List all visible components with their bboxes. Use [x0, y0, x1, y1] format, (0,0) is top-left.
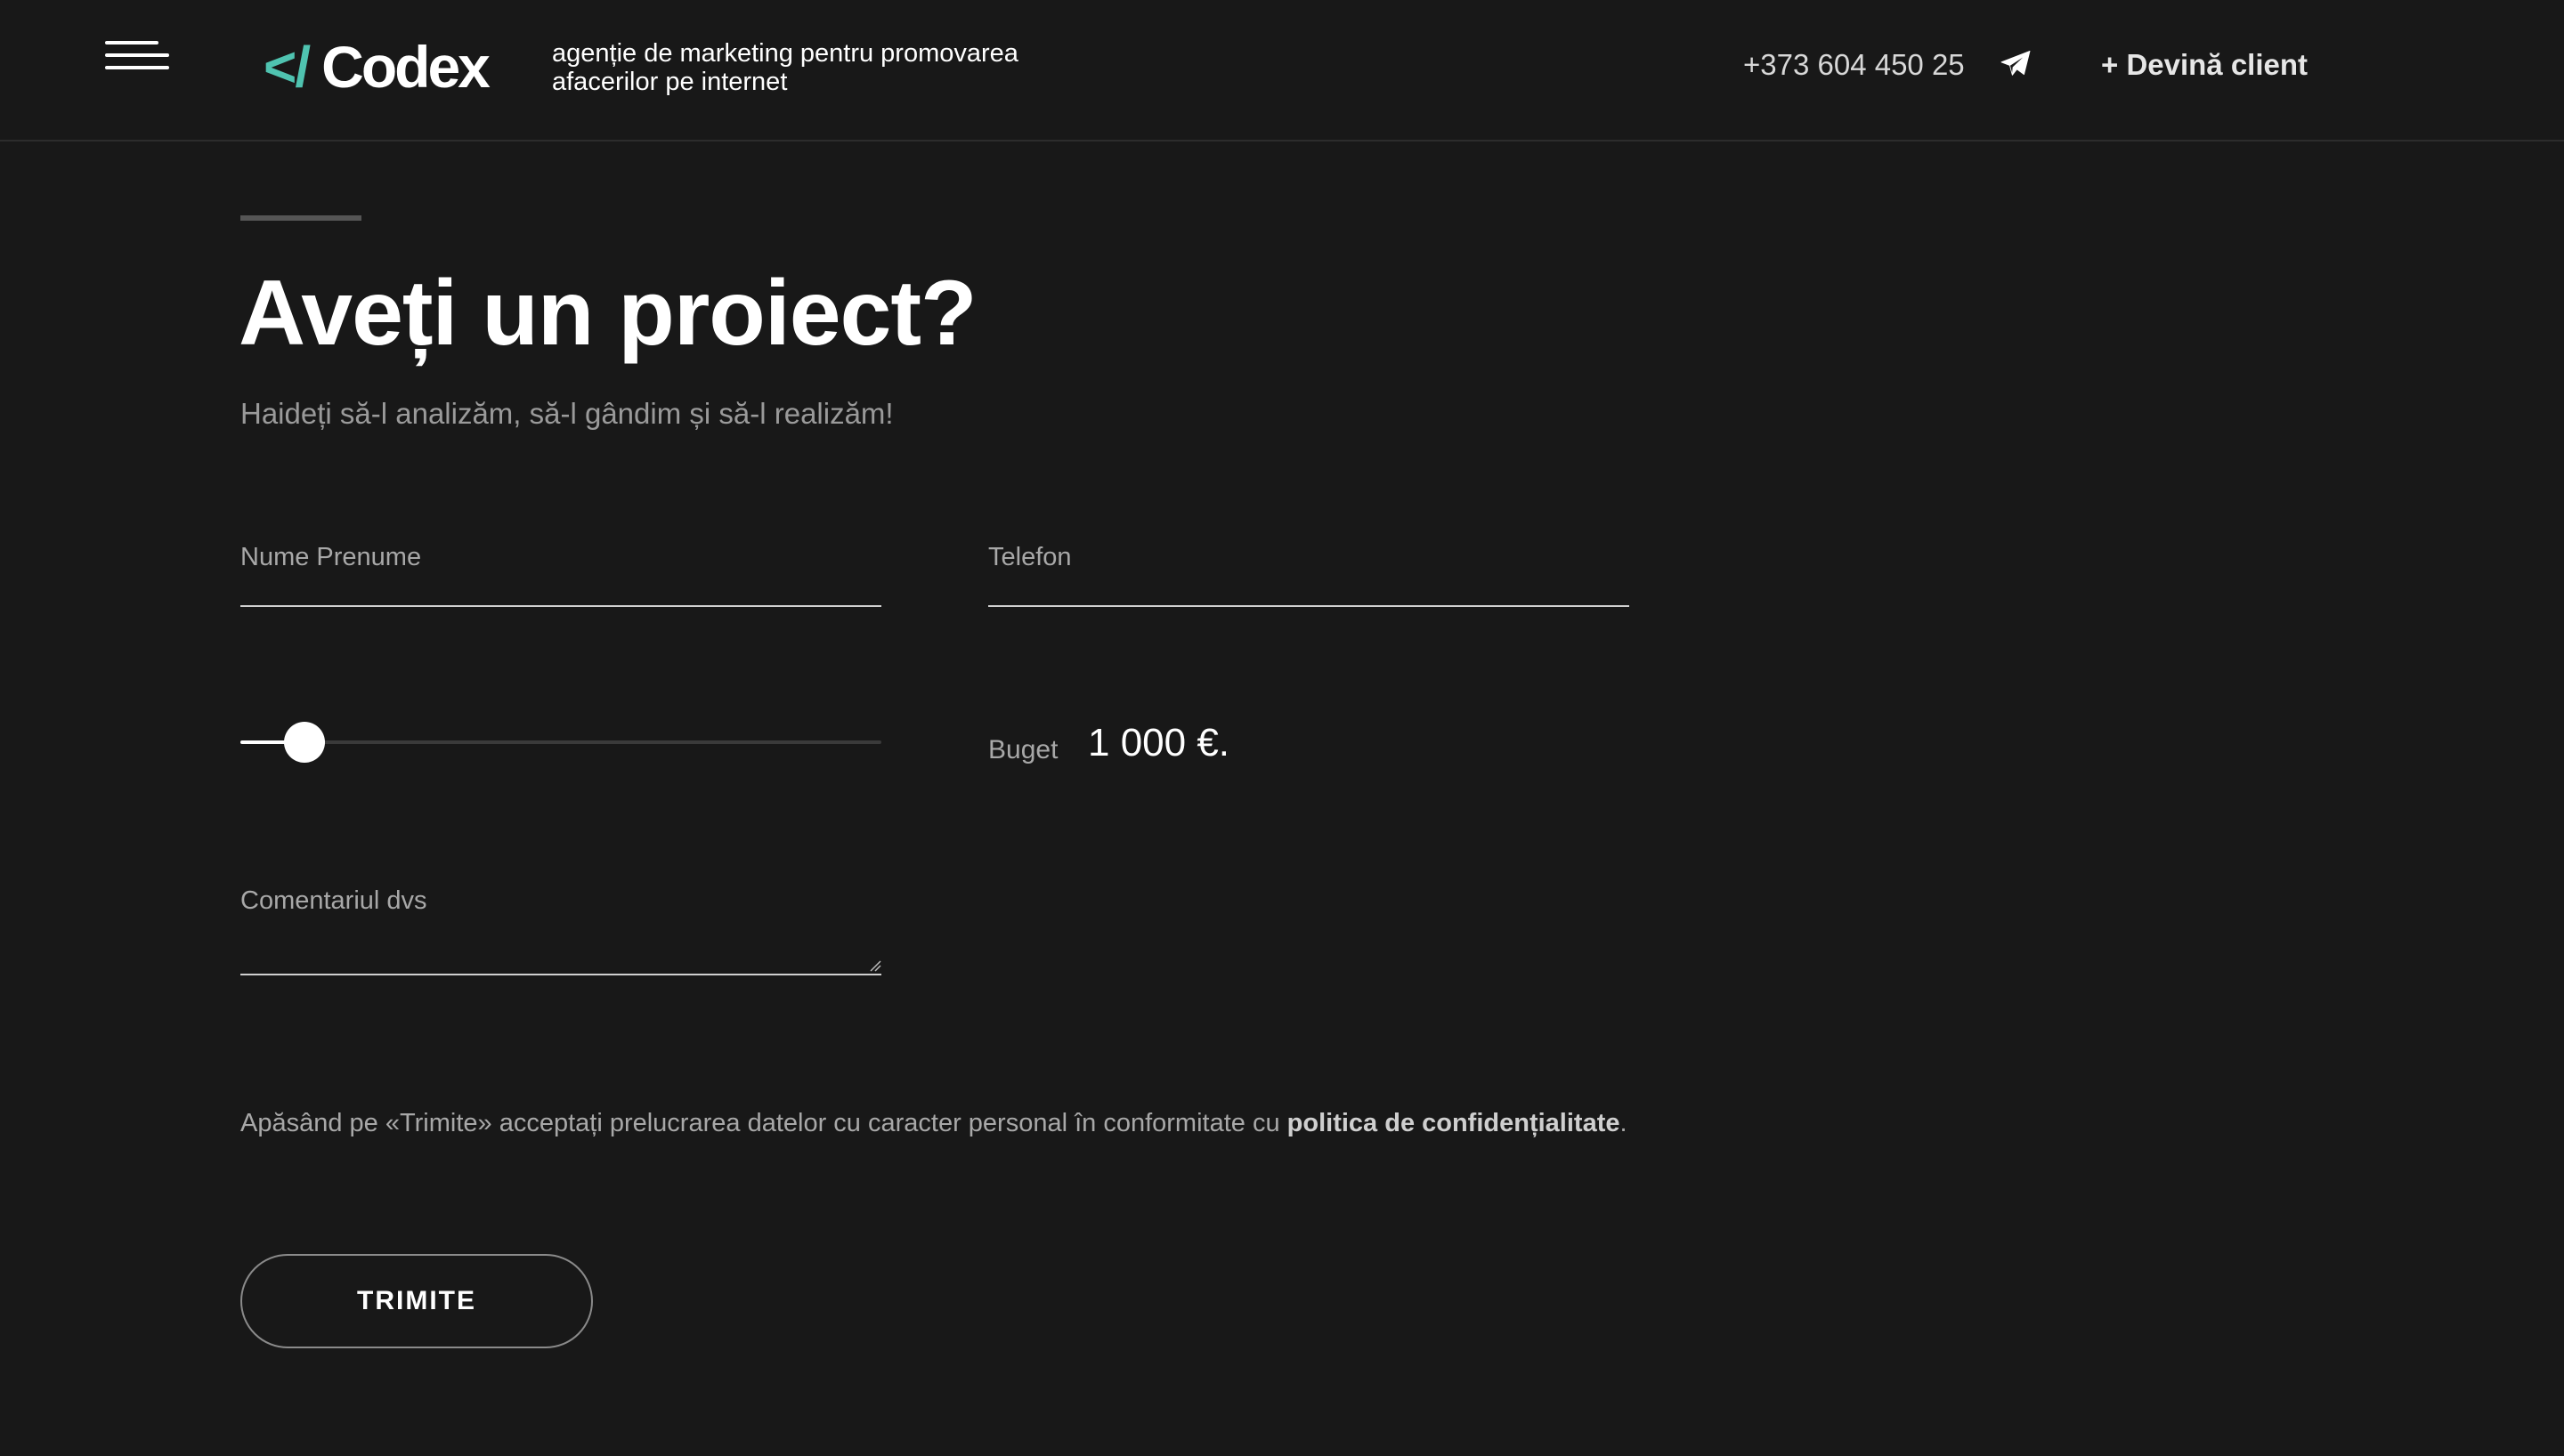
become-client-link[interactable]: + Devină client	[2101, 48, 2308, 82]
phone-input[interactable]	[988, 530, 1629, 605]
logo-mark: </	[264, 35, 311, 99]
consent-body: Apăsând pe «Trimite» acceptați prelucrar…	[240, 1109, 1287, 1137]
budget-label: Buget	[988, 735, 1059, 764]
telegram-icon[interactable]	[2000, 50, 2032, 78]
comment-textarea[interactable]	[240, 874, 881, 974]
submit-button[interactable]: TRIMITE	[240, 1254, 593, 1348]
page: </ Codex agenție de marketing pentru pro…	[0, 0, 2564, 1456]
phone-field[interactable]: Telefon	[988, 530, 1629, 607]
budget-slider-track[interactable]	[240, 740, 881, 744]
section-divider	[240, 215, 361, 221]
page-subtitle: Haideți să-l analizăm, să-l gândim și să…	[240, 397, 894, 430]
logo[interactable]: </ Codex	[264, 34, 491, 100]
page-title: Aveți un proiect?	[239, 262, 978, 365]
logo-text: Codex	[321, 34, 491, 100]
budget-slider[interactable]	[240, 721, 881, 764]
tagline: agenție de marketing pentru promovarea a…	[552, 39, 1018, 96]
phone-link[interactable]: +373 604 450 25	[1743, 48, 1965, 82]
consent-suffix: .	[1619, 1109, 1627, 1137]
resize-handle-icon[interactable]	[869, 959, 881, 972]
hamburger-menu-icon[interactable]	[105, 37, 171, 73]
privacy-policy-link[interactable]: politica de confidențialitate	[1287, 1109, 1620, 1137]
budget-value: 1 000 €.	[1088, 721, 1230, 764]
consent-text: Apăsând pe «Trimite» acceptați prelucrar…	[240, 1104, 1629, 1143]
comment-field[interactable]: Comentariul dvs	[240, 874, 881, 975]
name-input[interactable]	[240, 530, 881, 605]
site-header: </ Codex agenție de marketing pentru pro…	[0, 0, 2564, 142]
budget-slider-thumb[interactable]	[284, 722, 325, 763]
name-field[interactable]: Nume Prenume	[240, 530, 881, 607]
